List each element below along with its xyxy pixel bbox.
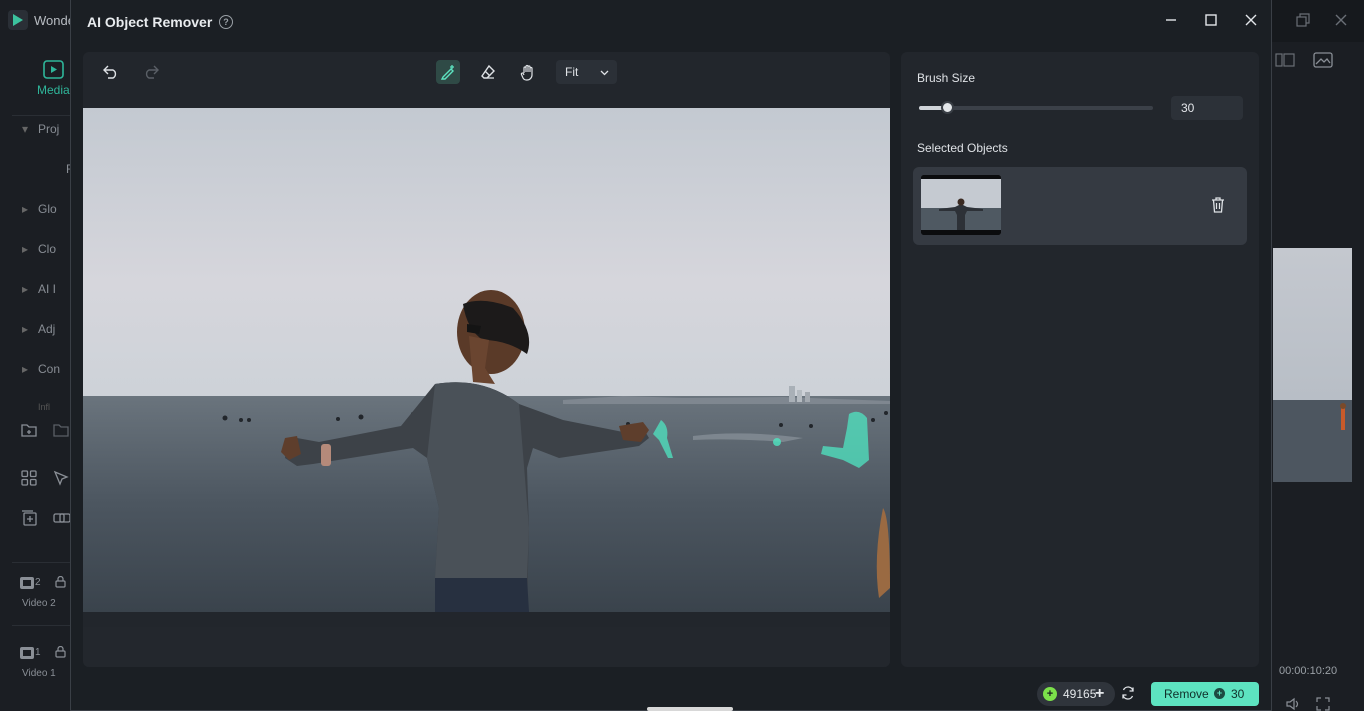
volume-icon[interactable]	[1285, 697, 1301, 711]
app-logo-icon	[8, 10, 28, 30]
track-label: Video 2	[22, 598, 56, 609]
grid-icon[interactable]	[21, 470, 37, 486]
edit-image-canvas[interactable]	[83, 108, 890, 612]
link-icon[interactable]	[53, 510, 71, 526]
divider	[12, 115, 72, 116]
undo-button[interactable]	[99, 60, 123, 84]
left-row-label: Proj	[38, 122, 60, 136]
layout-icon[interactable]	[1275, 52, 1295, 68]
left-row-adj[interactable]: ▸ Adj	[22, 322, 55, 336]
app-title: Wonde	[34, 13, 75, 28]
left-row-label: Con	[38, 362, 61, 376]
credit-icon: +	[1043, 687, 1057, 701]
track-label: Video 1	[22, 668, 56, 679]
maximize-icon	[1205, 14, 1217, 26]
left-row-label: AI I	[38, 282, 57, 296]
caret-right-icon: ▸	[22, 362, 29, 376]
brush-size-label: Brush Size	[917, 71, 976, 85]
timecode: 00:00:10:20	[1279, 665, 1338, 677]
left-row-con[interactable]: ▸ Con	[22, 362, 60, 376]
caret-right-icon: ▸	[22, 242, 29, 256]
refresh-icon	[1122, 686, 1134, 700]
remove-cost: 30	[1231, 687, 1245, 701]
caret-right-icon: ▸	[22, 282, 29, 296]
left-row-label: Glo	[38, 202, 57, 216]
pointer-icon[interactable]	[53, 470, 69, 486]
fullscreen-icon[interactable]	[1316, 697, 1330, 711]
delete-button[interactable]	[1211, 197, 1227, 215]
canvas-toolbar: Fit	[83, 52, 890, 92]
close-button[interactable]	[1240, 12, 1262, 32]
left-row-label: Clo	[38, 242, 57, 256]
left-row-glo[interactable]: ▸ Glo	[22, 202, 57, 216]
redo-icon	[145, 65, 159, 79]
scrollbar-thumb[interactable]	[647, 707, 733, 711]
left-row-label: Adj	[38, 322, 56, 336]
minimize-icon	[1166, 19, 1176, 21]
track-number: 2	[35, 577, 41, 588]
selected-object-item[interactable]	[913, 167, 1247, 245]
credits-value: 49165	[1063, 687, 1097, 701]
left-row-label: Infl	[38, 402, 51, 412]
divider	[12, 562, 72, 563]
canvas-bottom-bar	[83, 627, 890, 667]
lock-icon[interactable]	[55, 576, 66, 588]
left-row-infl[interactable]: Infl	[22, 402, 50, 412]
add-track-icon[interactable]	[21, 510, 37, 526]
canvas-panel: Fit	[83, 52, 890, 667]
left-row-proj[interactable]: ▾ Proj	[22, 122, 59, 136]
eraser-button[interactable]	[476, 60, 500, 84]
credit-icon: +	[1214, 688, 1225, 699]
eraser-icon	[481, 64, 495, 79]
divider	[12, 625, 72, 626]
left-row-clo[interactable]: ▸ Clo	[22, 242, 56, 256]
redo-button[interactable]	[139, 60, 163, 84]
video-track-icon	[20, 647, 34, 659]
undo-icon	[103, 65, 117, 79]
ai-object-remover-dialog: AI Object Remover ? Fit Brush Size 30 Se…	[70, 0, 1272, 711]
caret-down-icon: ▾	[22, 122, 29, 136]
settings-panel: Brush Size 30 Selected Objects	[901, 52, 1259, 667]
object-thumbnail	[921, 175, 1001, 235]
caret-right-icon: ▸	[22, 202, 29, 216]
refresh-button[interactable]	[1121, 686, 1137, 702]
zoom-select[interactable]: Fit	[556, 60, 617, 84]
restore-icon[interactable]	[1296, 13, 1310, 27]
image-icon[interactable]	[1313, 52, 1333, 68]
close-icon	[1245, 14, 1257, 26]
dialog-title: AI Object Remover	[87, 14, 213, 30]
hand-button[interactable]	[516, 60, 540, 84]
chevron-down-icon	[600, 60, 609, 84]
brush-size-slider[interactable]	[919, 101, 1153, 114]
media-tab-label[interactable]: Media	[37, 83, 70, 97]
help-icon[interactable]: ?	[219, 15, 233, 29]
zoom-value: Fit	[565, 65, 579, 79]
smart-brush-icon	[440, 65, 454, 80]
smart-brush-button[interactable]	[436, 60, 460, 84]
left-row-ai[interactable]: ▸ AI I	[22, 282, 56, 296]
trash-icon	[1212, 197, 1224, 213]
remove-label: Remove	[1164, 687, 1209, 701]
selected-objects-label: Selected Objects	[917, 141, 1008, 155]
close-icon[interactable]	[1334, 13, 1348, 27]
remove-button[interactable]: Remove + 30	[1151, 682, 1259, 706]
brush-size-input[interactable]: 30	[1171, 96, 1243, 120]
slider-handle[interactable]	[941, 101, 954, 114]
add-credits-icon[interactable]: +	[1095, 682, 1104, 706]
video-track-icon	[20, 577, 34, 589]
minimize-button[interactable]	[1160, 12, 1182, 32]
folder-icon[interactable]	[53, 423, 69, 437]
caret-right-icon: ▸	[22, 322, 29, 336]
hand-icon	[520, 64, 533, 81]
new-folder-icon[interactable]	[21, 423, 37, 437]
lock-icon[interactable]	[55, 646, 66, 658]
track-number: 1	[35, 647, 41, 658]
credits-badge[interactable]: + 49165 +	[1037, 682, 1115, 706]
media-icon[interactable]	[43, 60, 64, 79]
maximize-button[interactable]	[1200, 12, 1222, 32]
preview-thumbnail	[1273, 248, 1352, 482]
